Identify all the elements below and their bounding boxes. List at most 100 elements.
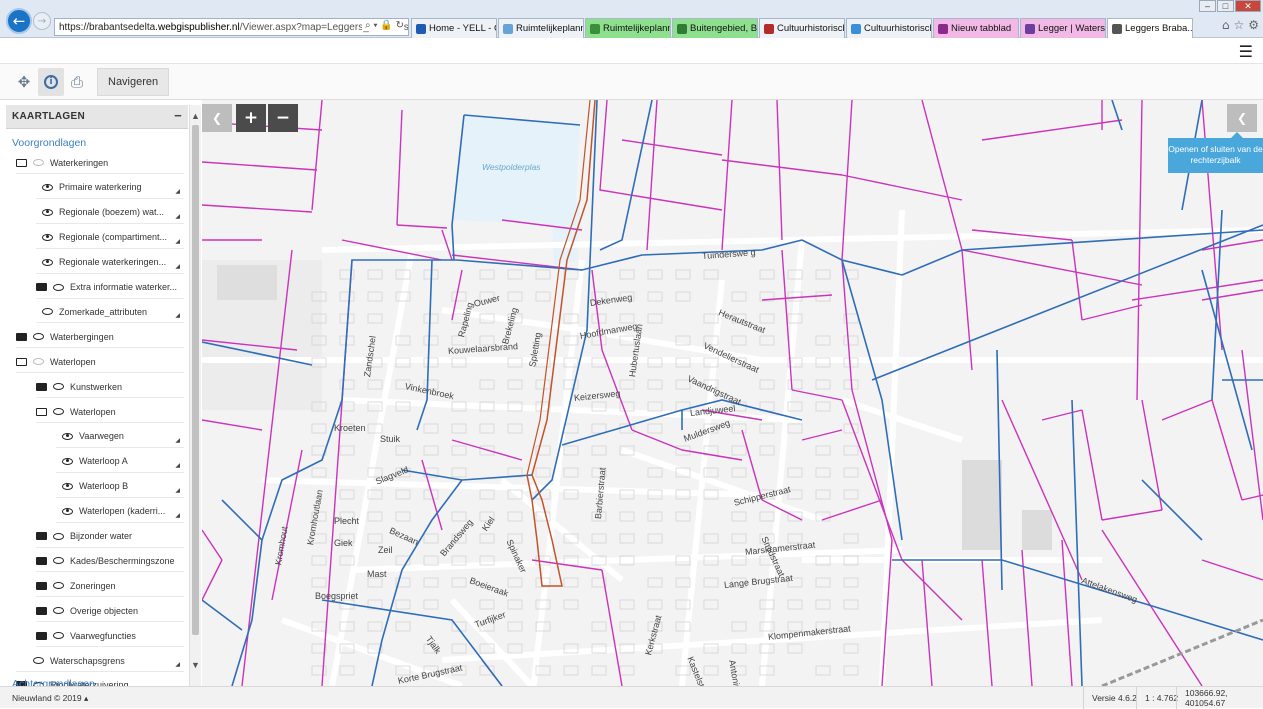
- layer-row[interactable]: Waterkeringen: [16, 152, 184, 174]
- browser-tab[interactable]: Leggers Braba...✕: [1107, 18, 1193, 38]
- layer-row[interactable]: Waterlopen (kaderri... ◢: [56, 501, 184, 523]
- folder-icon[interactable]: [36, 532, 47, 540]
- visibility-eye-icon[interactable]: [53, 532, 64, 540]
- layer-options-icon[interactable]: ◢: [175, 462, 180, 469]
- layer-row[interactable]: Waterloop A ◢: [56, 451, 184, 473]
- folder-icon[interactable]: [36, 382, 47, 391]
- layer-row[interactable]: Regionale waterkeringen... ◢: [36, 252, 184, 274]
- toggle-right-panel-button[interactable]: ❮: [1227, 104, 1257, 132]
- visibility-eye-icon[interactable]: [53, 632, 64, 640]
- minimize-icon[interactable]: –: [1199, 0, 1216, 12]
- layer-options-icon[interactable]: ◢: [175, 437, 180, 444]
- layer-row[interactable]: Waterlopen: [16, 351, 184, 374]
- layer-row[interactable]: Zomerkade_attributen ◢: [36, 301, 184, 324]
- map-view[interactable]: Tuinderswe g Dekenweg Ouwer Rapeling Brekeli…: [202, 100, 1263, 686]
- visibility-eye-icon[interactable]: [53, 283, 64, 291]
- folder-open-icon[interactable]: [16, 357, 27, 366]
- visibility-eye-icon[interactable]: [33, 657, 44, 664]
- visibility-eye-icon[interactable]: [33, 159, 44, 166]
- caret-up-icon[interactable]: ▴: [84, 693, 88, 703]
- browser-tab[interactable]: Ruimtelijkeplann...: [498, 18, 584, 38]
- visibility-eye-icon[interactable]: [62, 457, 73, 465]
- address-tools-icon[interactable]: ⌕ ▾ 🔒 ↻: [362, 20, 404, 31]
- menu-icon[interactable]: ☰: [1239, 42, 1253, 61]
- folder-icon[interactable]: [36, 581, 47, 590]
- browser-tab[interactable]: Nieuw tabblad: [933, 18, 1019, 38]
- forward-arrow-icon[interactable]: →: [33, 12, 51, 30]
- navigate-tab[interactable]: Navigeren: [97, 68, 170, 96]
- folder-open-icon[interactable]: [16, 158, 27, 167]
- layer-row[interactable]: Vaarwegfuncties: [36, 625, 184, 648]
- layer-row[interactable]: Regionale (boezem) wat... ◢: [36, 202, 184, 224]
- visibility-eye-icon[interactable]: [62, 432, 73, 440]
- layer-options-icon[interactable]: ◢: [175, 312, 180, 319]
- visibility-eye-icon[interactable]: [53, 408, 64, 415]
- group-background-layers[interactable]: Achtergrondlagen: [6, 670, 95, 686]
- folder-open-icon[interactable]: [36, 407, 47, 416]
- layers-scrollbar[interactable]: ▲ ▼: [189, 105, 201, 686]
- layer-row[interactable]: Waterbergingen: [16, 326, 184, 349]
- collapse-panel-button[interactable]: −: [174, 108, 182, 123]
- folder-icon[interactable]: [36, 556, 47, 565]
- folder-icon[interactable]: [36, 283, 47, 291]
- group-foreground-layers[interactable]: Voorgrondlagen: [6, 129, 188, 151]
- scrollbar-thumb[interactable]: [192, 125, 199, 635]
- layer-row[interactable]: Kunstwerken: [36, 376, 184, 399]
- layer-row[interactable]: Waterschapsgrens ◢: [16, 650, 184, 672]
- visibility-eye-icon[interactable]: [42, 208, 53, 216]
- browser-tab[interactable]: Buitengebied, Bol...: [672, 18, 758, 38]
- layer-row[interactable]: Bijzonder water: [36, 526, 184, 548]
- browser-tab[interactable]: Ruimtelijkeplann...: [585, 18, 671, 38]
- maximize-icon[interactable]: □: [1217, 0, 1234, 12]
- browser-tab[interactable]: Cultuurhistorisch...: [846, 18, 932, 38]
- visibility-eye-icon[interactable]: [42, 308, 53, 316]
- browser-tab[interactable]: Home - YELL - Ge...: [411, 18, 497, 38]
- layer-options-icon[interactable]: ◢: [175, 263, 180, 270]
- scroll-up-icon[interactable]: ▲: [191, 111, 200, 121]
- address-bar[interactable]: https://brabantsedelta. webgispublisher.n…: [54, 18, 409, 36]
- back-arrow-icon[interactable]: ←: [6, 8, 32, 34]
- gear-icon[interactable]: ⚙: [1248, 18, 1259, 32]
- zoom-out-button[interactable]: −: [268, 104, 298, 132]
- star-icon[interactable]: ☆: [1233, 18, 1244, 32]
- layer-options-icon[interactable]: ◢: [175, 188, 180, 195]
- layer-options-icon[interactable]: ◢: [175, 238, 180, 245]
- visibility-eye-icon[interactable]: [33, 358, 44, 366]
- visibility-eye-icon[interactable]: [42, 258, 53, 266]
- layer-row[interactable]: Kades/Beschermingszone: [36, 550, 184, 573]
- folder-icon[interactable]: [16, 332, 27, 341]
- browser-tab[interactable]: Legger | Watersc...: [1020, 18, 1106, 38]
- visibility-eye-icon[interactable]: [42, 233, 53, 241]
- visibility-eye-icon[interactable]: [53, 383, 64, 391]
- window-close-icon[interactable]: ✕: [1235, 0, 1261, 12]
- home-icon[interactable]: ⌂: [1222, 18, 1230, 32]
- layer-row[interactable]: Vaarwegen ◢: [56, 426, 184, 448]
- layer-row[interactable]: Overige objecten: [36, 600, 184, 623]
- visibility-eye-icon[interactable]: [53, 582, 64, 590]
- pan-icon[interactable]: ✥: [11, 68, 37, 96]
- layer-options-icon[interactable]: ◢: [175, 661, 180, 668]
- visibility-eye-icon[interactable]: [62, 482, 73, 490]
- info-tool-button[interactable]: i: [38, 68, 64, 96]
- layer-options-icon[interactable]: ◢: [175, 213, 180, 220]
- layer-row[interactable]: Primaire waterkering ◢: [36, 177, 184, 199]
- previous-extent-button[interactable]: ❮: [202, 104, 232, 132]
- visibility-eye-icon[interactable]: [42, 183, 53, 191]
- layer-row[interactable]: Waterlopen: [36, 401, 184, 423]
- layer-row[interactable]: Zoneringen: [36, 575, 184, 598]
- scroll-down-icon[interactable]: ▼: [191, 660, 200, 670]
- layer-options-icon[interactable]: ◢: [175, 512, 180, 519]
- visibility-eye-icon[interactable]: [62, 507, 73, 515]
- folder-icon[interactable]: [36, 606, 47, 615]
- layer-row[interactable]: Regionale (compartiment... ◢: [36, 227, 184, 249]
- visibility-eye-icon[interactable]: [33, 333, 44, 341]
- print-icon[interactable]: ⎙: [64, 68, 90, 96]
- layer-options-icon[interactable]: ◢: [175, 487, 180, 494]
- visibility-eye-icon[interactable]: [53, 607, 64, 615]
- browser-tab[interactable]: Cultuurhistorisch...: [759, 18, 845, 38]
- folder-icon[interactable]: [36, 631, 47, 640]
- layer-row[interactable]: Extra informatie waterker...: [36, 277, 184, 299]
- zoom-in-button[interactable]: +: [236, 104, 266, 132]
- visibility-eye-icon[interactable]: [53, 557, 64, 565]
- layer-row[interactable]: Waterloop B ◢: [56, 476, 184, 498]
